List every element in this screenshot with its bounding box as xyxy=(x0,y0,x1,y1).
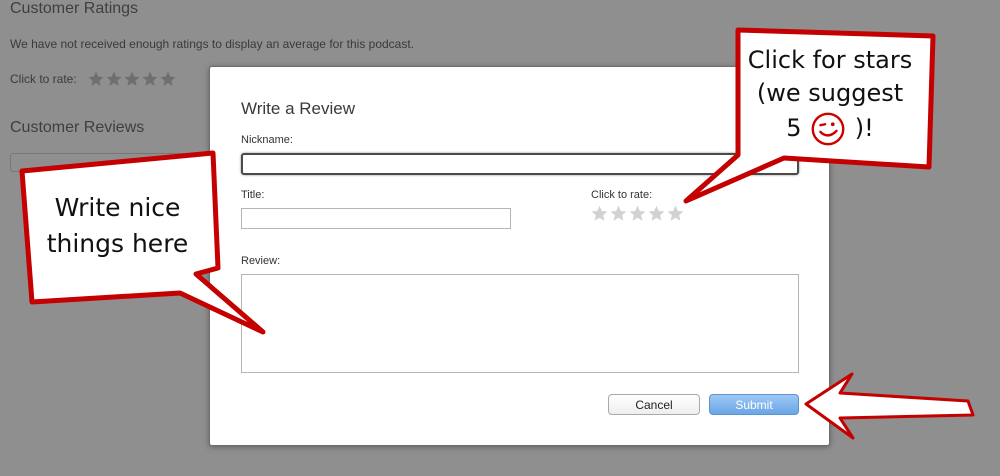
star-icon[interactable] xyxy=(141,70,159,88)
star-icon[interactable] xyxy=(105,70,123,88)
star-icon[interactable] xyxy=(159,70,177,88)
dialog-title: Write a Review xyxy=(241,99,355,118)
background-click-to-rate-label: Click to rate: xyxy=(10,72,77,86)
right-bubble-suffix: )! xyxy=(854,114,874,142)
star-icon[interactable] xyxy=(666,204,685,223)
review-label: Review: xyxy=(241,255,281,267)
star-icon[interactable] xyxy=(87,70,105,88)
left-bubble-line: things here xyxy=(46,229,189,258)
arrow-icon xyxy=(804,372,975,440)
review-textarea[interactable] xyxy=(241,274,799,373)
title-label: Title: xyxy=(241,189,265,201)
nickname-input[interactable] xyxy=(241,153,799,175)
cancel-button[interactable]: Cancel xyxy=(608,394,700,415)
star-icon[interactable] xyxy=(628,204,647,223)
star-rating[interactable] xyxy=(590,204,685,223)
background-review-box xyxy=(10,153,242,172)
star-icon[interactable] xyxy=(590,204,609,223)
submit-button[interactable]: Submit xyxy=(709,394,799,415)
right-bubble-line: Click for stars xyxy=(747,46,913,74)
customer-ratings-heading: Customer Ratings xyxy=(10,0,139,17)
right-bubble-number: 5 xyxy=(786,114,802,142)
nickname-label: Nickname: xyxy=(241,134,293,146)
background-rating-row: Click to rate: xyxy=(10,70,177,88)
right-bubble-line: 5 )! xyxy=(744,110,916,148)
right-bubble-text: Click for stars (we suggest 5 )! xyxy=(744,44,916,148)
customer-reviews-heading: Customer Reviews xyxy=(10,119,145,136)
left-bubble-line: Write nice xyxy=(54,193,181,222)
star-icon[interactable] xyxy=(647,204,666,223)
background-star-rating[interactable] xyxy=(87,70,177,88)
title-input[interactable] xyxy=(241,208,511,229)
ratings-message: We have not received enough ratings to d… xyxy=(10,37,415,51)
star-icon[interactable] xyxy=(123,70,141,88)
left-bubble-text: Write nice things here xyxy=(30,190,205,262)
rate-label: Click to rate: xyxy=(591,189,653,201)
write-review-dialog: Write a Review Nickname: Title: Click to… xyxy=(209,66,830,446)
winking-smiley-icon xyxy=(811,112,845,146)
star-icon[interactable] xyxy=(609,204,628,223)
right-bubble-line: (we suggest xyxy=(756,79,904,107)
